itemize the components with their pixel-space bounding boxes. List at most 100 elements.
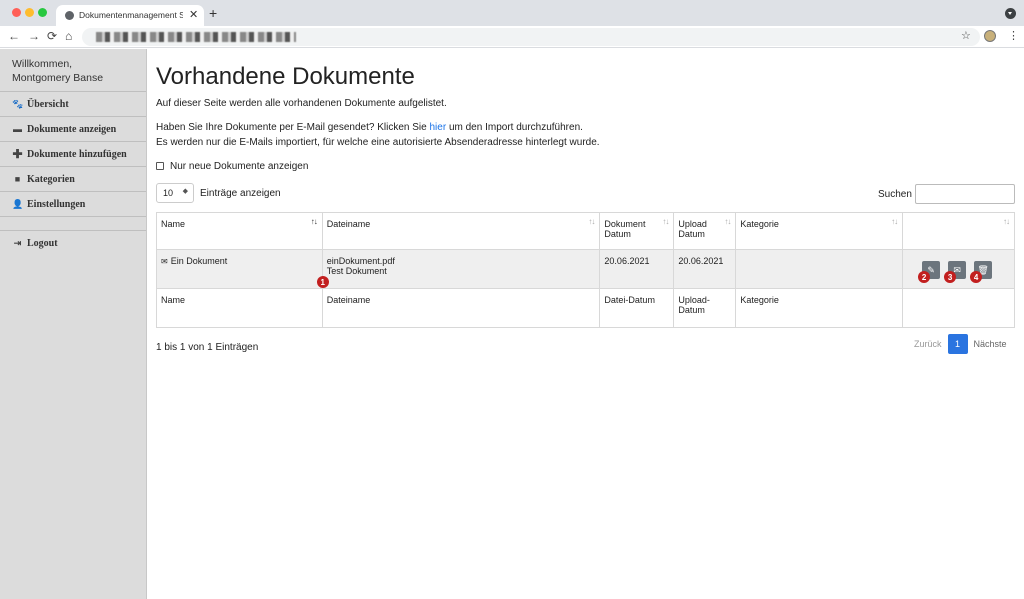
description-text: Test Dokument — [326, 266, 387, 276]
address-bar[interactable] — [82, 28, 980, 46]
sidebar-item-overview[interactable]: 🐾 Übersicht — [0, 92, 146, 117]
archive-icon: ▬ — [13, 124, 22, 134]
logout-icon: ⇥ — [13, 238, 22, 248]
sidebar-divider — [0, 217, 146, 231]
column-header-name[interactable]: Name ↑↓ — [156, 212, 323, 250]
globe-icon — [65, 11, 74, 20]
column-header-actions[interactable]: ↑↓ — [902, 212, 1015, 250]
column-footer-file-date: Datei-Datum — [599, 288, 675, 328]
sort-icon: ↑↓ — [1003, 217, 1010, 226]
cell-name: ✉ Ein Dokument — [156, 249, 323, 289]
column-footer-actions — [902, 288, 1015, 328]
new-tab-button[interactable]: + — [209, 6, 217, 20]
edit-button[interactable]: ✎ 2 — [918, 261, 941, 283]
filename-text: einDokument.pdf — [326, 256, 395, 266]
sidebar-item-label: Logout — [27, 238, 58, 249]
envelope-icon: ✉ — [161, 257, 168, 266]
search-label: Suchen — [878, 189, 912, 200]
email-import-text: Haben Sie Ihre Dokumente per E-Mail gese… — [156, 122, 583, 133]
sidebar-item-label: Einstellungen — [27, 198, 86, 210]
sidebar: Willkommen, Montgomery Banse 🐾 Übersicht… — [0, 49, 147, 599]
sidebar-item-show-documents[interactable]: ▬ Dokumente anzeigen — [0, 117, 146, 142]
blurred-url — [96, 32, 296, 42]
column-header-upload-date[interactable]: Upload Datum ↑↓ — [673, 212, 737, 250]
column-footer-filename: Dateiname — [321, 288, 601, 328]
extension-icon[interactable] — [984, 30, 996, 42]
pagination-next[interactable]: Nächste — [974, 339, 1007, 349]
annotation-marker-3: 3 — [944, 271, 957, 283]
email-note: Es werden nur die E-Mails importiert, fü… — [156, 137, 600, 148]
pagination-previous[interactable]: Zurück — [914, 339, 942, 349]
cell-category — [735, 249, 904, 289]
back-icon[interactable]: ← — [8, 29, 20, 43]
browser-toolbar: ← → ⟳ ⌂ ☆ ⋮ — [0, 26, 1024, 48]
table-header-row: Name ↑↓ Dateiname ↑↓ Dokument Datum ↑↓ Uplo… — [156, 212, 1015, 250]
minimize-window-button[interactable] — [25, 8, 34, 17]
plus-icon: ✚ — [12, 146, 23, 161]
sort-icon: ↑↓ — [588, 217, 595, 226]
send-email-button[interactable]: ✉ 3 — [944, 261, 967, 283]
annotation-marker-4: 4 — [970, 271, 983, 283]
browser-tab[interactable]: Dokumentenmanagement Syst ✕ — [56, 5, 204, 26]
paw-icon: 🐾 — [12, 98, 24, 109]
browser-menu-icon[interactable]: ⋮ — [1008, 29, 1019, 42]
table-row: ✉ Ein Dokument einDokument.pdf Test Dokum… — [156, 249, 1015, 289]
column-footer-category: Kategorie — [735, 288, 904, 328]
select-arrows-icon: ◆ — [182, 188, 188, 195]
tab-close-icon[interactable]: ✕ — [189, 8, 198, 21]
tab-search-icon[interactable] — [1005, 8, 1016, 19]
column-header-document-date[interactable]: Dokument Datum ↑↓ — [599, 212, 675, 250]
entries-length-select[interactable]: 10 ◆ — [156, 183, 194, 203]
close-window-button[interactable] — [12, 8, 21, 17]
email-text-before: Haben Sie Ihre Dokumente per E-Mail gese… — [156, 122, 430, 133]
sort-icon: ↑↓ — [662, 217, 669, 226]
folder-icon: ■ — [14, 174, 21, 184]
cell-upload-date: 20.06.2021 — [673, 249, 737, 289]
reload-icon[interactable]: ⟳ — [47, 29, 57, 43]
sidebar-item-label: Dokumente hinzufügen — [27, 148, 127, 160]
welcome-greeting: Willkommen, — [12, 58, 73, 70]
column-footer-upload-date: Upload- Datum — [673, 288, 737, 328]
checkbox-label: Nur neue Dokumente anzeigen — [170, 161, 309, 172]
user-name: Montgomery Banse — [12, 72, 104, 84]
sidebar-item-add-documents[interactable]: ✚ Dokumente hinzufügen — [0, 142, 146, 167]
import-link[interactable]: hier — [429, 122, 446, 133]
sidebar-item-settings[interactable]: 👤 Einstellungen — [0, 192, 146, 217]
email-text-after: um den Import durchzuführen. — [446, 122, 583, 133]
column-header-filename[interactable]: Dateiname ↑↓ — [321, 212, 601, 250]
new-documents-filter[interactable]: Nur neue Dokumente anzeigen — [156, 161, 308, 172]
pagination: Zurück 1 Nächste — [914, 334, 1007, 354]
sort-icon: ↑↓ — [310, 217, 318, 226]
documents-table: Name ↑↓ Dateiname ↑↓ Dokument Datum ↑↓ Uplo… — [156, 212, 1015, 328]
sidebar-item-label: Übersicht — [27, 98, 69, 110]
row-actions: ✎ 2 ✉ 3 🗑 4 — [918, 261, 993, 283]
new-documents-checkbox[interactable] — [156, 162, 164, 170]
sidebar-item-logout[interactable]: ⇥ Logout — [0, 231, 146, 256]
cell-filename: einDokument.pdf Test Dokument 1 — [316, 249, 601, 289]
annotation-marker-1: 1 — [316, 276, 329, 288]
sort-icon: ↑↓ — [891, 217, 898, 226]
entries-length-label: Einträge anzeigen — [200, 188, 281, 199]
cell-actions: ✎ 2 ✉ 3 🗑 4 — [902, 249, 1015, 289]
delete-button[interactable]: 🗑 4 — [970, 261, 993, 283]
pagination-page-1[interactable]: 1 — [947, 334, 968, 354]
table-footer-row: Name Dateiname Datei-Datum Upload- Datum… — [156, 288, 1015, 328]
welcome-message: Willkommen, Montgomery Banse — [0, 49, 146, 92]
table-info: 1 bis 1 von 1 Einträgen — [156, 342, 259, 353]
sidebar-item-label: Kategorien — [27, 173, 75, 185]
bookmark-star-icon[interactable]: ☆ — [961, 29, 971, 42]
annotation-marker-2: 2 — [918, 271, 931, 283]
maximize-window-button[interactable] — [38, 8, 47, 17]
search-input[interactable] — [915, 184, 1015, 204]
sort-icon: ↑↓ — [724, 217, 731, 226]
page-title: Vorhandene Dokumente — [156, 63, 415, 90]
home-icon[interactable]: ⌂ — [65, 29, 72, 43]
sidebar-item-label: Dokumente anzeigen — [27, 123, 117, 135]
tab-title: Dokumentenmanagement Syst — [79, 10, 183, 20]
forward-icon[interactable]: → — [28, 29, 40, 43]
sidebar-item-categories[interactable]: ■ Kategorien — [0, 167, 146, 192]
intro-text: Auf dieser Seite werden alle vorhandenen… — [156, 98, 447, 109]
cell-document-date: 20.06.2021 — [599, 249, 675, 289]
entries-length-value: 10 — [163, 188, 174, 198]
column-header-category[interactable]: Kategorie ↑↓ — [735, 212, 904, 250]
